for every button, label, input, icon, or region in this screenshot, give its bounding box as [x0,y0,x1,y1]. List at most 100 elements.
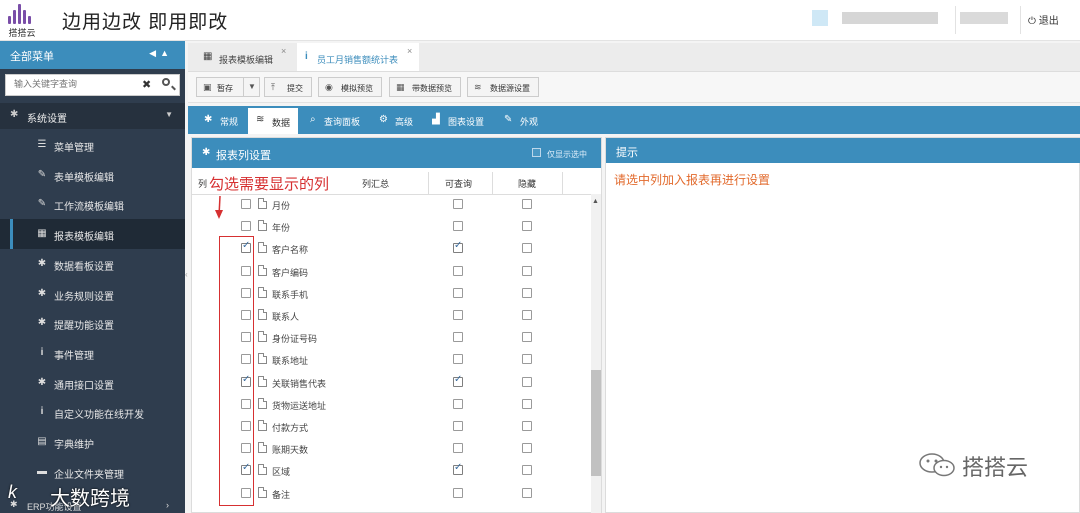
submit-button[interactable]: ⤒ 提交 [264,77,312,97]
hidden-checkbox[interactable] [522,221,532,232]
preview-button[interactable]: ◉ 模拟预览 [318,77,382,97]
hidden-checkbox[interactable] [522,287,532,298]
sidebar-item[interactable]: ✎ 工作流模板编辑 [0,189,185,219]
queryable-checkbox[interactable] [453,487,463,498]
sidebar-item[interactable]: ☰ 菜单管理 [0,130,185,160]
queryable-checkbox[interactable] [453,332,463,343]
wechat-icon [919,453,955,477]
sidebar-collapse-controls[interactable]: ◀▲ [149,48,173,59]
folder-icon: ▬ [37,465,47,477]
sidebar-item[interactable]: i 自定义功能在线开发 [0,397,185,427]
sidebar-item[interactable]: ✎ 表单模板编辑 [0,160,185,190]
save-draft-button[interactable]: ▣ 暂存 [196,77,244,97]
hidden-checkbox[interactable] [522,354,532,365]
queryable-checkbox[interactable] [453,265,463,276]
column-select-checkbox[interactable] [241,199,251,209]
column-name: 联系地址 [272,356,309,367]
hidden-checkbox[interactable] [522,376,532,387]
queryable-checkbox[interactable] [453,421,463,431]
hidden-checkbox[interactable] [522,332,532,343]
file-icon [258,353,267,365]
edit-icon: ✎ [37,198,47,210]
logout-button[interactable]: ⏻ 退出 [1028,12,1059,27]
column-name: 客户编码 [272,267,309,278]
list-icon: ☰ [37,139,47,150]
queryable-checkbox[interactable] [453,374,463,387]
column-name: 联系人 [272,312,300,322]
search-icon[interactable] [162,78,170,86]
queryable-checkbox[interactable] [453,354,463,365]
scrollbar-thumb[interactable] [591,370,601,476]
table-row: 年份 [192,216,592,238]
tab-data[interactable]: ≋ 数据 [248,108,298,134]
menu-search-input[interactable] [12,78,141,90]
sidebar-section-system[interactable]: ✱ 系统设置 ▼ [0,103,185,129]
data-preview-button[interactable]: ▦ 带数据预览 [389,77,461,97]
clear-icon[interactable]: ✖ [142,78,151,91]
column-name: 年份 [272,223,291,234]
datasource-button[interactable]: ≋ 数据源设置 [467,77,539,97]
tab-employee-sales-report[interactable]: i 员工月销售额统计表 × [297,43,419,71]
sidebar-item[interactable]: i 事件管理 [0,338,185,368]
column-name: 联系手机 [272,289,309,300]
sidebar-item[interactable]: ▤ 字典维护 [0,427,185,457]
sidebar-item[interactable]: ✱ 业务规则设置 [0,279,185,309]
table-row: 月份 [192,194,592,216]
queryable-checkbox[interactable] [453,240,463,254]
tab-appearance[interactable]: ✎ 外观 [500,106,546,134]
sidebar-item[interactable]: ✱ 提醒功能设置 [0,308,185,338]
queryable-checkbox[interactable] [453,287,463,298]
sidebar-item[interactable]: ✱ 数据看板设置 [0,249,185,279]
file-icon [258,286,267,298]
close-icon[interactable]: × [407,46,412,56]
header-divider [955,6,956,34]
hidden-checkbox[interactable] [522,443,532,454]
queryable-checkbox[interactable] [453,398,463,409]
hidden-checkbox[interactable] [522,199,532,209]
sidebar-splitter-handle[interactable]: ‹ [185,270,190,294]
hidden-checkbox[interactable] [522,398,532,409]
sidebar-item-label: 字典维护 [54,440,94,451]
sidebar-item[interactable]: ✱ 通用接口设置 [0,368,185,398]
save-dropdown-button[interactable]: ▼ [243,77,260,97]
queryable-checkbox[interactable] [453,199,463,209]
queryable-checkbox[interactable] [453,310,463,320]
blurred-user-info [842,12,938,24]
logo-text: 搭搭云 [8,28,36,38]
annotation-label: 勾选需要显示的列 [209,173,330,194]
column-select-checkbox[interactable] [241,221,251,232]
menu-search-box: ✖ [5,74,180,96]
tab-report-template-edit[interactable]: ▦ 报表模板编辑 × [195,43,295,71]
hidden-checkbox[interactable] [522,243,532,254]
database-icon: ≋ [474,82,482,92]
tab-general[interactable]: ✱ 常规 [196,106,242,134]
hidden-checkbox[interactable] [522,265,532,276]
close-icon[interactable]: × [281,46,286,56]
chevron-right-icon: › [166,500,169,510]
file-icon [258,397,267,409]
column-name: 月份 [272,201,291,211]
annotation-arrow [215,195,223,219]
queryable-checkbox[interactable] [453,443,463,454]
hidden-checkbox[interactable] [522,421,532,431]
blurred-user-name [960,12,1008,24]
queryable-checkbox[interactable] [453,462,463,476]
tab-advanced[interactable]: ⚙ 高级 [375,106,421,134]
tab-query-panel[interactable]: ⌕ 查询面板 [304,106,370,134]
chevron-up-icon[interactable]: ▲ [160,48,173,58]
watermark-cross-border: k 大数跨境 [8,482,130,510]
queryable-checkbox[interactable] [453,221,463,232]
hidden-checkbox[interactable] [522,465,532,476]
logo[interactable]: 搭搭云 [4,2,40,38]
sidebar-item-label: 事件管理 [54,350,94,362]
tab-chart-settings[interactable]: ▟ 图表设置 [428,106,494,134]
only-selected-checkbox[interactable] [532,148,541,157]
hidden-checkbox[interactable] [522,487,532,498]
scroll-up-icon[interactable]: ▲ [592,198,599,205]
hidden-checkbox[interactable] [522,310,532,320]
file-icon [258,198,267,209]
file-icon [258,264,267,276]
sidebar-item-label: 工作流模板编辑 [54,202,124,214]
chevron-left-icon[interactable]: ◀ [149,48,160,58]
sidebar-item[interactable]: ▦ 报表模板编辑 [0,219,185,250]
